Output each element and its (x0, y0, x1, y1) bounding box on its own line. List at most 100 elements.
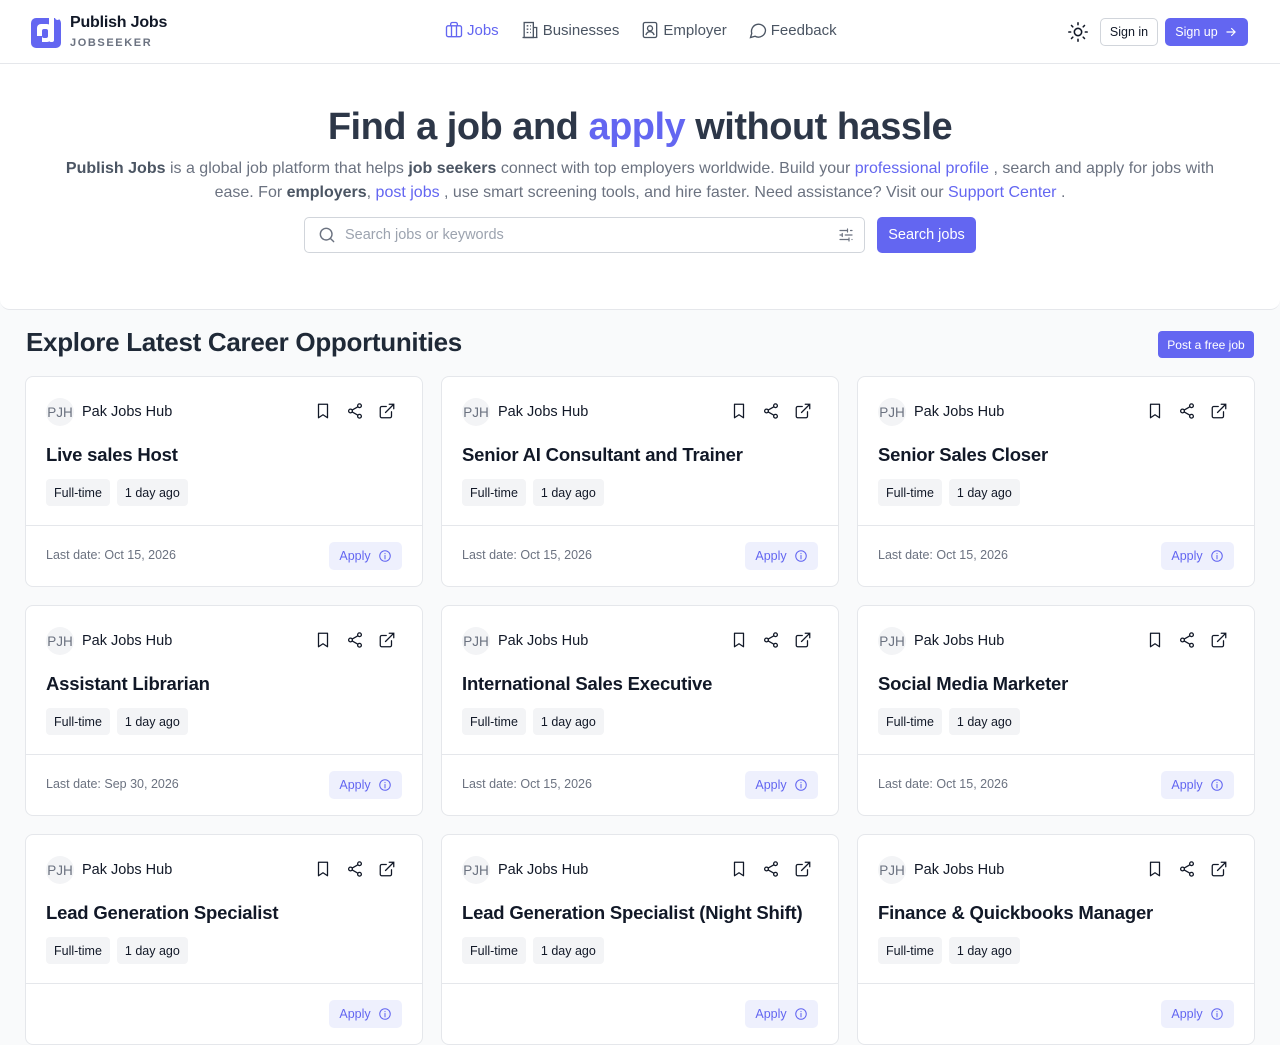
job-type-badge: Full-time (462, 708, 526, 735)
company-name: Pak Jobs Hub (914, 404, 1005, 420)
bookmark-icon[interactable] (314, 631, 332, 649)
bookmark-icon[interactable] (730, 860, 748, 878)
external-link-icon[interactable] (1210, 402, 1228, 420)
posted-time-badge: 1 day ago (532, 479, 604, 506)
card-divider (26, 983, 422, 984)
company-info[interactable]: PJH Pak Jobs Hub (46, 627, 172, 655)
bookmark-icon[interactable] (730, 402, 748, 420)
apply-button[interactable]: Apply (329, 1000, 402, 1028)
filter-sliders-icon[interactable] (837, 226, 855, 244)
hero-description: Publish Jobs is a global job platform th… (65, 160, 1215, 201)
share-icon[interactable] (346, 631, 364, 649)
search-jobs-button[interactable]: Search jobs (877, 217, 976, 253)
job-title[interactable]: Senior AI Consultant and Trainer (462, 444, 743, 466)
job-title[interactable]: International Sales Executive (462, 673, 712, 695)
post-free-job-button[interactable]: Post a free job (1158, 331, 1254, 358)
apply-button[interactable]: Apply (1161, 542, 1234, 570)
last-date: Last date: Oct 15, 2026 (462, 777, 592, 791)
company-info[interactable]: PJH Pak Jobs Hub (878, 627, 1004, 655)
share-icon[interactable] (346, 402, 364, 420)
job-title[interactable]: Finance & Quickbooks Manager (878, 902, 1153, 924)
apply-button[interactable]: Apply (1161, 1000, 1234, 1028)
posted-time-badge: 1 day ago (532, 708, 604, 735)
job-type-badge: Full-time (462, 479, 526, 506)
company-info[interactable]: PJH Pak Jobs Hub (878, 398, 1004, 426)
brand-subtitle: JOBSEEKER (70, 37, 153, 49)
external-link-icon[interactable] (794, 860, 812, 878)
job-card: PJH Pak Jobs Hub Assistant Librarian Ful… (25, 605, 423, 816)
company-info[interactable]: PJH Pak Jobs Hub (46, 856, 172, 884)
bookmark-icon[interactable] (1146, 631, 1164, 649)
company-info[interactable]: PJH Pak Jobs Hub (462, 856, 588, 884)
sign-up-button[interactable]: Sign up (1165, 18, 1248, 46)
external-link-icon[interactable] (1210, 860, 1228, 878)
nav-item-jobs[interactable]: Jobs (444, 20, 499, 40)
job-title[interactable]: Assistant Librarian (46, 673, 210, 695)
building-icon (522, 21, 538, 39)
brand[interactable]: Publish Jobs JOBSEEKER (31, 13, 167, 51)
company-avatar: PJH (462, 627, 490, 655)
share-icon[interactable] (346, 860, 364, 878)
nav-item-employer[interactable]: Employer (640, 20, 727, 40)
company-name: Pak Jobs Hub (498, 633, 589, 649)
share-icon[interactable] (1178, 631, 1196, 649)
external-link-icon[interactable] (378, 860, 396, 878)
share-icon[interactable] (762, 631, 780, 649)
search-input[interactable] (345, 227, 837, 243)
posted-time-badge: 1 day ago (948, 708, 1020, 735)
nav-item-feedback[interactable]: Feedback (748, 20, 837, 40)
external-link-icon[interactable] (378, 631, 396, 649)
briefcase-icon (445, 21, 463, 38)
support-center-link[interactable]: Support Center (948, 184, 1057, 201)
company-avatar: PJH (878, 627, 906, 655)
apply-label: Apply (339, 1007, 371, 1021)
apply-button[interactable]: Apply (745, 1000, 818, 1028)
nav-item-label: Feedback (770, 21, 837, 39)
post-jobs-link[interactable]: post jobs (376, 184, 440, 201)
company-info[interactable]: PJH Pak Jobs Hub (878, 856, 1004, 884)
bookmark-icon[interactable] (1146, 402, 1164, 420)
hero-section: Find a job and apply without hassle Publ… (0, 64, 1280, 310)
company-info[interactable]: PJH Pak Jobs Hub (462, 398, 588, 426)
card-divider (858, 525, 1254, 526)
apply-button[interactable]: Apply (745, 771, 818, 799)
info-icon (378, 550, 391, 562)
job-type-badge: Full-time (46, 708, 110, 735)
sign-in-button[interactable]: Sign in (1100, 18, 1158, 46)
sun-icon[interactable] (1067, 21, 1089, 43)
bookmark-icon[interactable] (730, 631, 748, 649)
card-divider (26, 525, 422, 526)
card-divider (858, 983, 1254, 984)
job-type-badge: Full-time (878, 479, 942, 506)
company-name: Pak Jobs Hub (914, 862, 1005, 878)
bookmark-icon[interactable] (314, 402, 332, 420)
external-link-icon[interactable] (378, 402, 396, 420)
apply-button[interactable]: Apply (1161, 771, 1234, 799)
card-actions (300, 631, 396, 649)
company-info[interactable]: PJH Pak Jobs Hub (46, 398, 172, 426)
external-link-icon[interactable] (794, 631, 812, 649)
job-title[interactable]: Social Media Marketer (878, 673, 1068, 695)
job-title[interactable]: Live sales Host (46, 444, 178, 466)
job-title[interactable]: Lead Generation Specialist (46, 902, 278, 924)
apply-label: Apply (755, 549, 787, 563)
share-icon[interactable] (762, 402, 780, 420)
job-title[interactable]: Senior Sales Closer (878, 444, 1048, 466)
external-link-icon[interactable] (794, 402, 812, 420)
share-icon[interactable] (762, 860, 780, 878)
bookmark-icon[interactable] (1146, 860, 1164, 878)
apply-button[interactable]: Apply (329, 542, 402, 570)
apply-button[interactable]: Apply (745, 542, 818, 570)
company-info[interactable]: PJH Pak Jobs Hub (462, 627, 588, 655)
bookmark-icon[interactable] (314, 860, 332, 878)
nav-item-businesses[interactable]: Businesses (520, 20, 619, 40)
company-avatar: PJH (878, 856, 906, 884)
job-card: PJH Pak Jobs Hub International Sales Exe… (441, 605, 839, 816)
external-link-icon[interactable] (1210, 631, 1228, 649)
apply-button[interactable]: Apply (329, 771, 402, 799)
share-icon[interactable] (1178, 402, 1196, 420)
share-icon[interactable] (1178, 860, 1196, 878)
professional-profile-link[interactable]: professional profile (855, 160, 989, 177)
job-title[interactable]: Lead Generation Specialist (Night Shift) (462, 902, 803, 924)
job-type-badge: Full-time (46, 479, 110, 506)
